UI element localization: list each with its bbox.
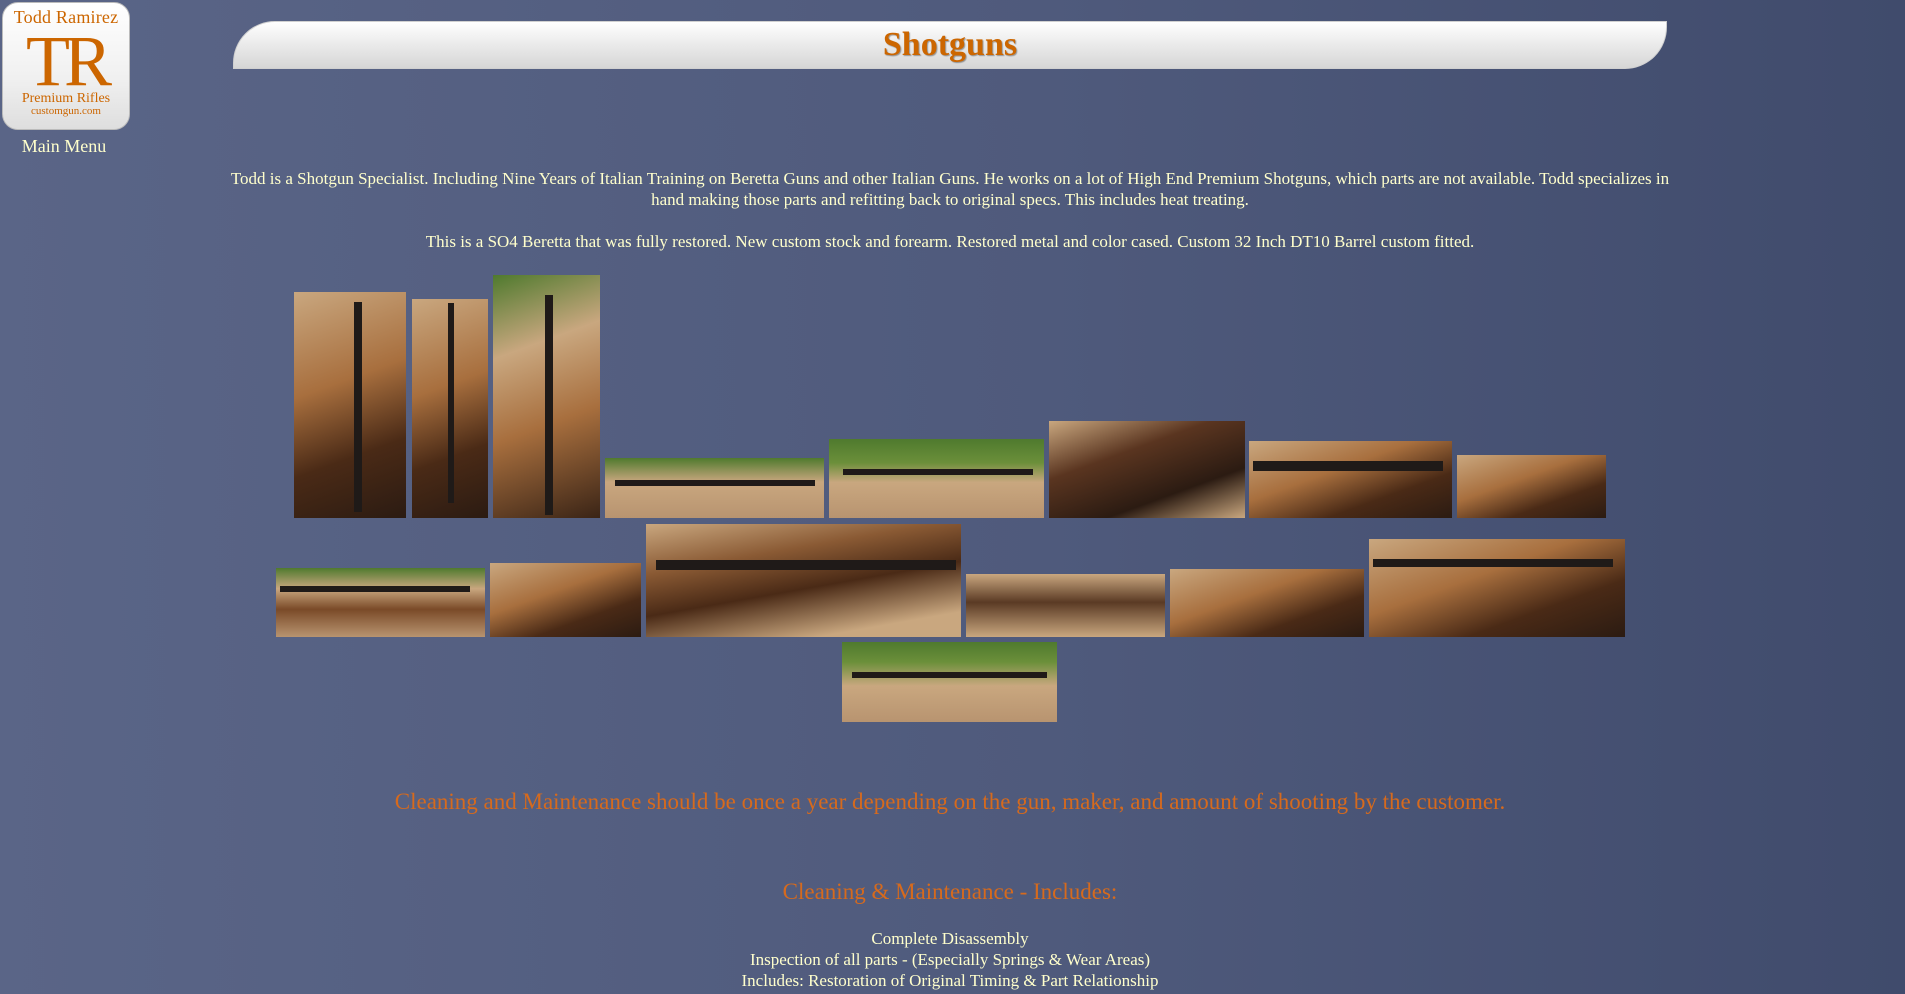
gallery-photo-5[interactable]: [829, 439, 1044, 518]
gallery-photo-2[interactable]: [412, 299, 488, 518]
logo-site: customgun.com: [31, 105, 101, 117]
intro-text: Todd is a Shotgun Specialist. Including …: [230, 169, 1670, 209]
maintenance-headline: Cleaning and Maintenance should be once …: [394, 789, 1506, 814]
gallery-photo-3[interactable]: [493, 275, 600, 518]
so4-description: This is a SO4 Beretta that was fully res…: [425, 232, 1475, 251]
page-title: Shotguns: [882, 26, 1018, 63]
main-menu-link[interactable]: Main Menu: [2, 136, 126, 157]
gallery-photo-14[interactable]: [1369, 539, 1625, 637]
list-item: Inspection of all parts - (Especially Sp…: [749, 950, 1151, 969]
list-item: Complete Disassembly: [871, 929, 1029, 948]
gallery-photo-13[interactable]: [1170, 569, 1364, 637]
gallery-photo-1[interactable]: [294, 292, 406, 518]
gallery-photo-11[interactable]: [646, 524, 961, 637]
maintenance-includes-title: Cleaning & Maintenance - Includes:: [782, 879, 1118, 904]
list-item: Includes: Restoration of Original Timing…: [741, 971, 1159, 990]
gallery-photo-6[interactable]: [1049, 421, 1245, 518]
title-banner: Shotguns: [233, 21, 1667, 69]
site-logo[interactable]: Todd Ramirez TR Premium Rifles customgun…: [2, 2, 130, 130]
gallery-photo-15[interactable]: [842, 642, 1057, 722]
gallery-photo-8[interactable]: [1457, 455, 1606, 518]
gallery-photo-9[interactable]: [276, 568, 485, 637]
logo-tagline: Premium Rifles: [21, 91, 111, 106]
gallery-photo-7[interactable]: [1249, 441, 1452, 518]
gallery-photo-12[interactable]: [966, 574, 1165, 637]
logo-monogram: TR: [25, 21, 112, 101]
maintenance-list: Complete Disassembly Inspection of all p…: [220, 928, 1680, 991]
gallery-photo-10[interactable]: [490, 563, 641, 637]
gallery-photo-4[interactable]: [605, 458, 824, 518]
